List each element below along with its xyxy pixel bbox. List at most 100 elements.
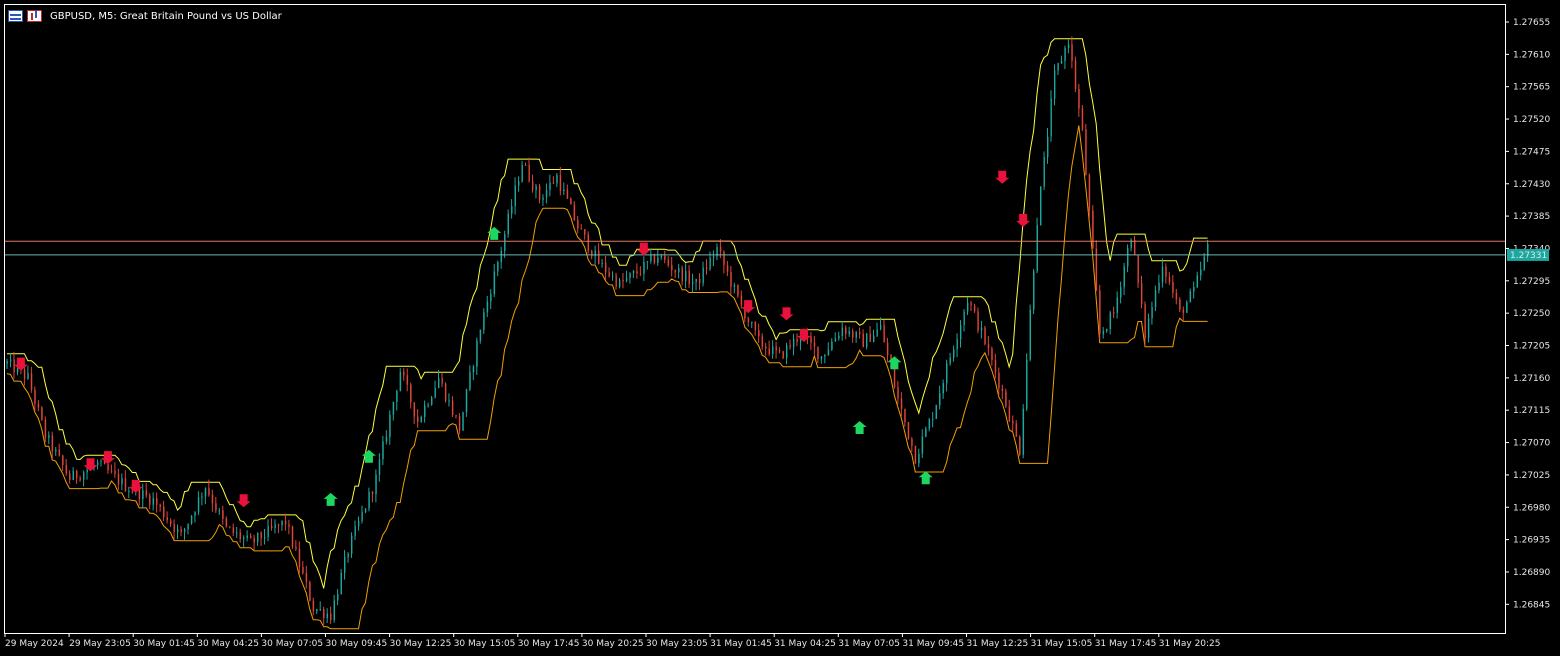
candle-body bbox=[629, 273, 631, 278]
candle-body bbox=[587, 234, 590, 251]
candle-body bbox=[417, 416, 419, 423]
candle-body bbox=[956, 339, 958, 350]
price-tick-label: 1.27205 bbox=[1513, 342, 1550, 352]
candle-body bbox=[542, 197, 544, 200]
candle-body bbox=[472, 366, 475, 373]
time-tick-label: 31 May 07:05 bbox=[838, 639, 900, 649]
candle-body bbox=[1019, 436, 1021, 455]
candle-body bbox=[528, 164, 530, 182]
candle-body bbox=[660, 255, 663, 258]
buy-arrow-icon bbox=[887, 356, 902, 370]
candle-body bbox=[1088, 175, 1091, 211]
sell-arrow-icon bbox=[83, 458, 98, 472]
candle-body bbox=[9, 359, 12, 362]
candle-body bbox=[723, 251, 725, 265]
candle-body bbox=[403, 371, 405, 376]
candle-body bbox=[1161, 266, 1164, 283]
candle-body bbox=[1012, 421, 1014, 424]
candle-body bbox=[354, 526, 356, 536]
candle-body bbox=[357, 521, 360, 527]
candle-body bbox=[855, 332, 858, 338]
candle-body bbox=[173, 524, 175, 532]
candle-body bbox=[270, 526, 273, 529]
candle-body bbox=[190, 515, 193, 524]
candle-body bbox=[873, 335, 875, 342]
candle-body bbox=[900, 398, 903, 409]
candle-body bbox=[323, 609, 325, 619]
candle-body bbox=[1175, 292, 1178, 300]
candle-body bbox=[302, 567, 304, 573]
candle-body bbox=[375, 474, 377, 494]
candle-body bbox=[201, 496, 203, 498]
time-tick-label: 30 May 17:45 bbox=[518, 639, 580, 649]
candle-body bbox=[911, 438, 913, 446]
candle-body bbox=[935, 405, 938, 419]
candle-body bbox=[72, 470, 75, 481]
candle-body bbox=[159, 504, 162, 507]
candle-body bbox=[378, 459, 381, 475]
price-tick-label: 1.27295 bbox=[1513, 277, 1550, 287]
candle-body bbox=[385, 437, 388, 442]
candle-body bbox=[330, 613, 332, 621]
candle-body bbox=[699, 278, 701, 284]
candle-body bbox=[552, 182, 555, 184]
time-tick-label: 31 May 01:45 bbox=[710, 639, 772, 649]
candle-body bbox=[368, 491, 370, 509]
candle-body bbox=[646, 261, 649, 263]
candle-body bbox=[1074, 60, 1077, 89]
current-price-label: 1.27331 bbox=[1510, 251, 1547, 261]
candle-body bbox=[1165, 266, 1167, 277]
candle-body bbox=[980, 327, 983, 331]
candle-body bbox=[96, 461, 99, 466]
candle-body bbox=[462, 412, 464, 431]
candle-body bbox=[253, 538, 255, 543]
candle-body bbox=[1081, 108, 1084, 130]
candle-body bbox=[566, 189, 569, 199]
candle-body bbox=[382, 441, 384, 460]
candle-body bbox=[65, 465, 68, 474]
candle-body bbox=[681, 268, 684, 282]
candle-body bbox=[879, 325, 882, 330]
candle-body bbox=[1047, 136, 1049, 158]
signal-arrows-layer bbox=[13, 170, 1031, 508]
candle-body bbox=[1200, 269, 1202, 276]
time-tick-label: 30 May 01:45 bbox=[133, 639, 195, 649]
candle-body bbox=[406, 375, 409, 385]
candle-body bbox=[740, 295, 743, 305]
candle-body bbox=[187, 523, 189, 530]
candle-body bbox=[1067, 44, 1070, 49]
candle-body bbox=[225, 518, 228, 527]
candle-body bbox=[601, 262, 603, 264]
candle-body bbox=[424, 405, 426, 417]
time-tick-label: 29 May 2024 bbox=[5, 639, 64, 649]
candle-body bbox=[852, 331, 854, 338]
candle-body bbox=[598, 250, 600, 264]
time-tick-label: 31 May 09:45 bbox=[902, 639, 964, 649]
candle-body bbox=[277, 524, 280, 526]
candle-body bbox=[469, 372, 471, 390]
buy-arrow-icon bbox=[852, 420, 867, 434]
candle-body bbox=[869, 333, 871, 342]
sell-arrow-icon bbox=[796, 328, 811, 342]
candle-body bbox=[215, 503, 217, 511]
candle-body bbox=[1168, 276, 1171, 283]
candle-body bbox=[166, 517, 168, 521]
candle-body bbox=[1151, 307, 1153, 319]
time-tick-label: 31 May 04:25 bbox=[774, 639, 836, 649]
candle-body bbox=[518, 181, 520, 186]
candle-body bbox=[991, 348, 993, 361]
candle-body bbox=[351, 535, 353, 554]
candle-body bbox=[834, 338, 837, 342]
price-tick-label: 1.27160 bbox=[1513, 374, 1550, 384]
candle-body bbox=[973, 305, 976, 312]
candle-body bbox=[420, 416, 423, 423]
time-axis: 29 May 2024 29 May 23:05 30 May 01:45 30 Ma… bbox=[4, 633, 1221, 649]
candle-body bbox=[925, 428, 927, 437]
candle-body bbox=[486, 301, 489, 313]
candle-body bbox=[326, 613, 329, 619]
candle-body bbox=[493, 271, 496, 295]
candle-body bbox=[444, 383, 447, 401]
candle-body bbox=[1127, 248, 1129, 267]
candle-body bbox=[907, 422, 910, 439]
price-chart[interactable]: 1.27655 1.27610 1.27565 1.27520 1.27475 1.274… bbox=[0, 0, 1560, 656]
